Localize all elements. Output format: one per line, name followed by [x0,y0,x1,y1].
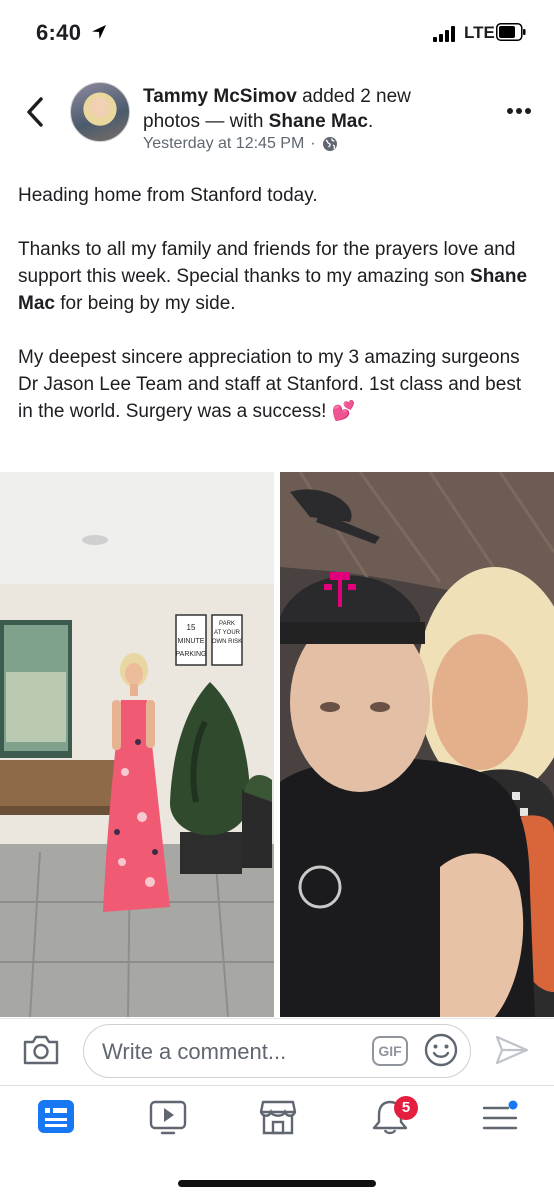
comment-input[interactable]: Write a comment... [83,1024,471,1078]
network-type: LTE [464,23,495,42]
location-arrow-icon [92,25,106,39]
post-paragraph-1: Heading home from Stanford today. [18,185,318,206]
sign-2-line-3: OWN RISK [212,639,242,645]
globe-icon [322,137,337,151]
gif-button[interactable]: GIF [372,1036,408,1066]
status-time: 6:40 [36,20,82,45]
comment-placeholder: Write a comment... [102,1039,287,1064]
post-body: Heading home from Stanford today. Thanks… [18,182,538,452]
notification-badge: 5 [394,1096,418,1120]
back-arrow-icon[interactable] [24,96,46,128]
emoji-icon[interactable] [424,1033,458,1067]
video-icon[interactable] [148,1098,188,1136]
post-author-line: Tammy McSimov added 2 new photos — with … [143,84,463,134]
sign-1-line-2: MINUTE [178,638,205,645]
home-indicator[interactable] [178,1180,376,1187]
marketplace-icon[interactable] [258,1098,298,1136]
send-icon[interactable] [494,1034,530,1066]
post-paragraph-2-end: for being by my side. [54,293,236,314]
period: . [367,111,374,132]
post-timestamp[interactable]: Yesterday at 12:45 PM [143,135,304,153]
photo-grid: 15 MINUTE PARKING PARK AT YOUR OWN RISK [0,472,554,1017]
more-options-icon[interactable] [506,104,532,118]
tagged-user-link[interactable]: Shane Mac [269,111,368,132]
camera-icon[interactable] [22,1034,60,1066]
two-hearts-emoji: 💕 [331,401,356,422]
author-avatar[interactable] [70,82,130,142]
sign-1-line-1: 15 [187,623,196,632]
sign-1-line-3: PARKING [176,651,207,658]
author-name-link[interactable]: Tammy McSimov [143,86,297,107]
photo-1[interactable]: 15 MINUTE PARKING PARK AT YOUR OWN RISK [0,472,274,1017]
battery-icon [496,23,526,41]
post-meta: Yesterday at 12:45 PM · [143,135,338,153]
photo-2[interactable] [280,472,554,1017]
sign-2-line-2: AT YOUR [214,630,241,636]
photo-2-image [280,472,554,1017]
post-paragraph-3-text: My deepest sincere appreciation to my 3 … [18,347,522,422]
meta-separator: · [310,135,316,152]
post-paragraph-3: My deepest sincere appreciation to my 3 … [18,344,538,425]
news-feed-icon[interactable] [36,1098,76,1136]
post-paragraph-2-text: Thanks to all my family and friends for … [18,239,516,287]
menu-icon[interactable] [480,1098,520,1136]
status-bar: 6:40 LTE [0,0,554,70]
sign-2-line-1: PARK [219,621,235,627]
signal-bars-icon [433,26,455,42]
post-paragraph-2: Thanks to all my family and friends for … [18,236,538,317]
photo-1-image: 15 MINUTE PARKING PARK AT YOUR OWN RISK [0,472,274,1017]
